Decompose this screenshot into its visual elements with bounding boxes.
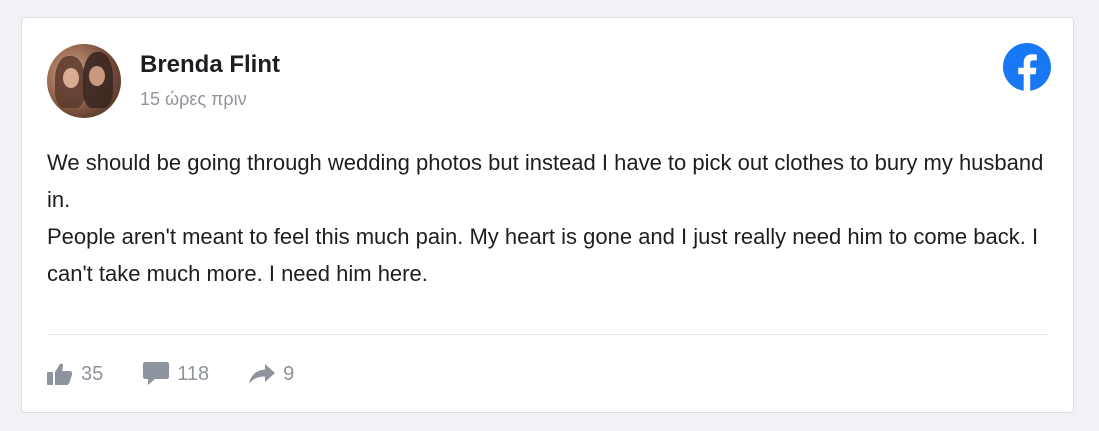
avatar[interactable] [47, 44, 121, 118]
post-stats: 35 118 9 [47, 359, 334, 389]
facebook-logo-icon[interactable] [1003, 43, 1051, 91]
comment-count: 118 [177, 362, 210, 385]
comment-bubble-icon [143, 362, 170, 385]
post-card: Brenda Flint 15 ώρες πριν We should be g… [21, 17, 1074, 413]
like-count: 35 [81, 362, 104, 385]
like-stat[interactable]: 35 [47, 363, 103, 386]
author-name[interactable]: Brenda Flint [140, 51, 280, 79]
post-timestamp[interactable]: 15 ώρες πριν [140, 89, 247, 110]
post-paragraph-1: We should be going through wedding photo… [47, 150, 1044, 212]
post-body: We should be going through wedding photo… [47, 144, 1057, 292]
divider [47, 334, 1048, 335]
comment-stat[interactable]: 118 [143, 362, 209, 386]
post-paragraph-2: People aren't meant to feel this much pa… [47, 224, 1039, 286]
share-count: 9 [283, 362, 295, 385]
thumbs-up-icon [47, 363, 73, 385]
share-stat[interactable]: 9 [249, 363, 294, 386]
share-arrow-icon [249, 364, 276, 384]
